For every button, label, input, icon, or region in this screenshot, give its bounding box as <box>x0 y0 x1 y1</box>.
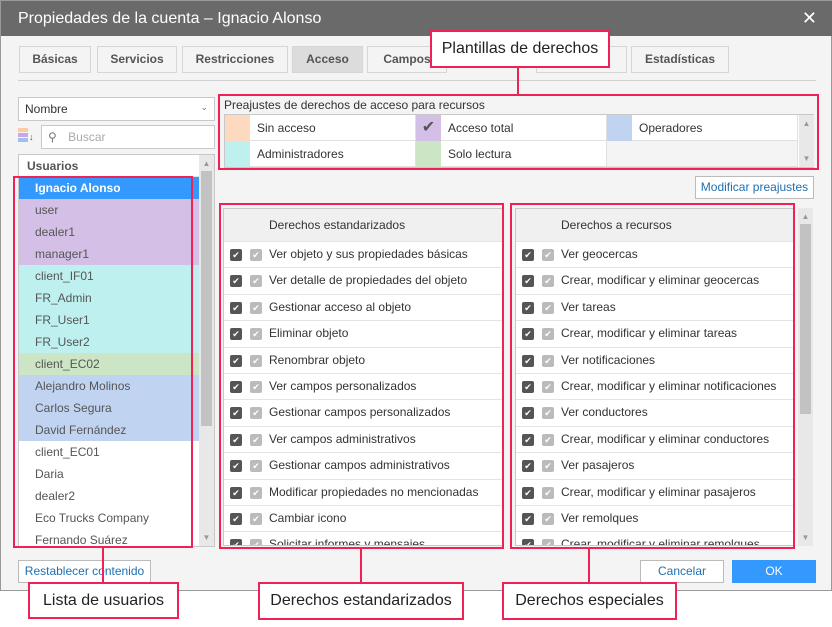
callout-frame-special <box>510 203 795 549</box>
callout-line <box>517 68 519 95</box>
color-sort-icon[interactable]: ↓ <box>18 128 34 146</box>
callout-frame-templates <box>218 94 819 170</box>
user-list-scrollbar[interactable]: ▲ ▼ <box>199 155 214 546</box>
tab-acceso[interactable]: Acceso <box>292 46 363 73</box>
tab-básicas[interactable]: Básicas <box>19 46 91 73</box>
callout-line <box>102 548 104 582</box>
tab-divider <box>18 80 816 81</box>
close-icon[interactable]: ✕ <box>802 8 817 29</box>
callout-frame-users <box>13 176 193 548</box>
scrollbar-thumb[interactable] <box>201 171 212 426</box>
callout-standard: Derechos estandarizados <box>258 582 464 620</box>
scrollbar-thumb[interactable] <box>800 224 811 414</box>
search-placeholder: Buscar <box>68 130 106 144</box>
chevron-down-icon: ⌄ <box>200 102 208 112</box>
callout-line <box>588 548 590 582</box>
sort-select-value: Nombre <box>25 102 68 116</box>
dialog-title: Propiedades de la cuenta – Ignacio Alons… <box>18 10 322 27</box>
modify-presets-button[interactable]: Modificar preajustes <box>695 176 814 199</box>
title-bar: Propiedades de la cuenta – Ignacio Alons… <box>1 1 832 36</box>
user-list-header: Usuarios <box>19 155 199 177</box>
tab-estadísticas[interactable]: Estadísticas <box>631 46 729 73</box>
callout-templates: Plantillas de derechos <box>430 30 610 68</box>
search-input[interactable]: ⚲ Buscar <box>41 125 215 149</box>
callout-users: Lista de usuarios <box>28 582 179 619</box>
reset-content-button[interactable]: Restablecer contenido <box>18 560 151 583</box>
rights-scrollbar[interactable]: ▲ ▼ <box>798 208 813 546</box>
sort-select[interactable]: Nombre ⌄ <box>18 97 215 121</box>
callout-frame-standard <box>219 203 504 549</box>
search-icon: ⚲ <box>48 130 57 144</box>
tab-restricciones[interactable]: Restricciones <box>182 46 288 73</box>
ok-button[interactable]: OK <box>732 560 816 583</box>
callout-line <box>360 548 362 582</box>
callout-special: Derechos especiales <box>502 582 677 620</box>
cancel-button[interactable]: Cancelar <box>640 560 724 583</box>
tab-servicios[interactable]: Servicios <box>97 46 177 73</box>
